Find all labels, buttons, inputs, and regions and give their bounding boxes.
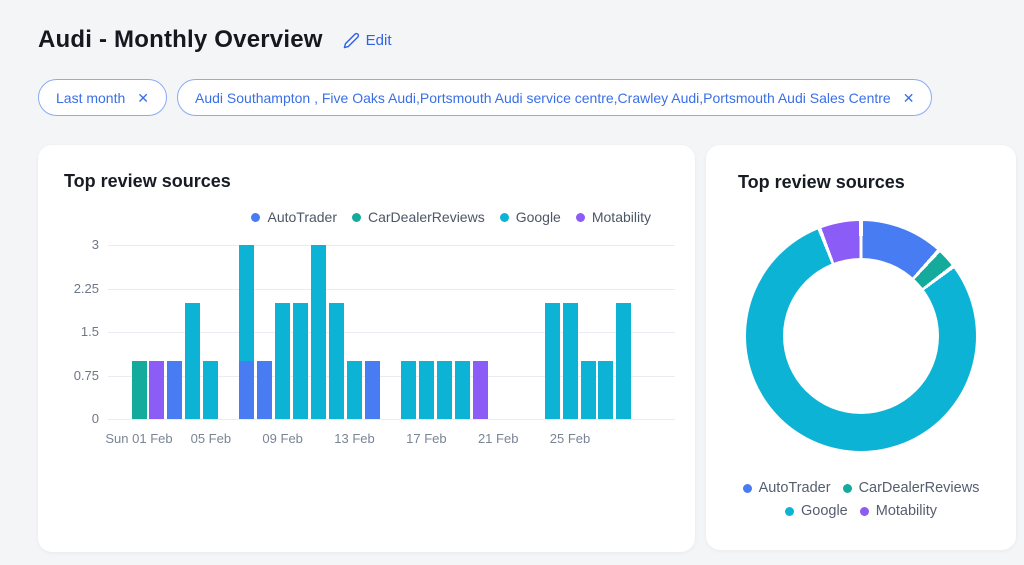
bar-segment-google[interactable] bbox=[311, 245, 327, 419]
donut-wrap bbox=[706, 221, 1016, 451]
x-axis-tick-label: 21 Feb bbox=[477, 431, 519, 446]
legend-label: CarDealerReviews bbox=[858, 480, 980, 496]
x-axis-tick-label: 05 Feb bbox=[190, 431, 232, 446]
bar-segment-google[interactable] bbox=[400, 361, 416, 419]
legend-item-cardealerreviews[interactable]: CarDealerReviews bbox=[842, 477, 980, 500]
gridline bbox=[108, 245, 675, 246]
bar-segment-google[interactable] bbox=[275, 303, 291, 419]
bar-segment-google[interactable] bbox=[418, 361, 434, 419]
bar-chart-card: Top review sources AutoTrader CarDealerRe… bbox=[38, 145, 695, 552]
legend-dot bbox=[784, 507, 794, 516]
y-axis-tick-label: 1.5 bbox=[80, 324, 99, 339]
x-axis-tick-label: 13 Feb bbox=[334, 431, 375, 446]
bar-segment-motability[interactable] bbox=[472, 361, 488, 419]
x-axis-tick-label: Sun 01 Feb bbox=[105, 431, 173, 446]
edit-button-label: Edit bbox=[365, 31, 392, 49]
bar-segment-google[interactable] bbox=[185, 303, 201, 419]
legend-label: Google bbox=[800, 503, 848, 519]
legend-dot bbox=[859, 507, 869, 516]
filter-bar: Last month ✕ Audi Southampton , Five Oak… bbox=[38, 79, 1016, 116]
filter-chip-date-range[interactable]: Last month ✕ bbox=[38, 79, 167, 116]
cards-row: Top review sources AutoTrader CarDealerRe… bbox=[38, 145, 1016, 552]
bar-segment-google[interactable] bbox=[203, 361, 219, 419]
page-header: Audi - Monthly Overview Edit bbox=[38, 26, 1016, 54]
bar-segment-google[interactable] bbox=[329, 303, 345, 419]
legend-dot bbox=[742, 484, 752, 493]
legend-item-motability[interactable]: Motability bbox=[575, 209, 651, 225]
bar-segment-google[interactable] bbox=[436, 361, 452, 419]
close-icon[interactable]: ✕ bbox=[137, 91, 149, 105]
legend-label: Motability bbox=[591, 209, 651, 225]
bar-segment-autotrader[interactable] bbox=[239, 361, 255, 419]
legend-item-google[interactable]: Google bbox=[784, 500, 848, 523]
page-title: Audi - Monthly Overview bbox=[38, 26, 323, 53]
bar-segment-google[interactable] bbox=[347, 361, 363, 419]
y-axis-tick-label: 2.25 bbox=[73, 280, 99, 296]
close-icon[interactable]: ✕ bbox=[903, 91, 915, 105]
filter-chip-dealerships[interactable]: Audi Southampton , Five Oaks Audi,Portsm… bbox=[177, 79, 933, 116]
bar-segment-google[interactable] bbox=[562, 303, 578, 419]
legend-item-autotrader[interactable]: AutoTrader bbox=[742, 477, 831, 500]
legend-dot bbox=[251, 212, 261, 222]
legend-label: AutoTrader bbox=[267, 209, 337, 225]
gridline bbox=[108, 419, 675, 420]
legend-item-motability[interactable]: Motability bbox=[859, 500, 937, 523]
x-axis-tick-label: 25 Feb bbox=[549, 431, 591, 446]
edit-button[interactable]: Edit bbox=[343, 32, 392, 49]
donut-chart-card: Top review sources AutoTrader CarDealerRe… bbox=[706, 145, 1016, 550]
bar-segment-autotrader[interactable] bbox=[167, 361, 183, 419]
bar-segment-autotrader[interactable] bbox=[257, 361, 273, 419]
filter-chip-label: Last month bbox=[56, 89, 126, 106]
bar-chart-legend: AutoTrader CarDealerReviews Google Motabili… bbox=[64, 209, 695, 225]
filter-chip-label: Audi Southampton , Five Oaks Audi,Portsm… bbox=[195, 89, 891, 106]
bar-segment-google[interactable] bbox=[544, 303, 560, 419]
legend-item-autotrader[interactable]: AutoTrader bbox=[251, 209, 337, 225]
legend-label: Motability bbox=[875, 503, 937, 519]
legend-label: CarDealerReviews bbox=[368, 209, 485, 225]
legend-dot bbox=[352, 212, 361, 222]
legend-line: AutoTrader CarDealerReviews bbox=[706, 477, 1016, 500]
donut-chart[interactable] bbox=[746, 221, 976, 451]
bar-segment-google[interactable] bbox=[598, 361, 614, 419]
donut-hole bbox=[783, 258, 939, 414]
dashboard-page: Audi - Monthly Overview Edit Last month … bbox=[0, 0, 1024, 565]
legend-dot bbox=[842, 484, 852, 493]
y-axis-tick-label: 0.75 bbox=[73, 367, 99, 383]
legend-line: Google Motability bbox=[706, 500, 1016, 523]
y-axis-tick-label: 3 bbox=[91, 237, 99, 252]
x-axis-tick-label: 09 Feb bbox=[262, 431, 303, 446]
bar-segment-google[interactable] bbox=[293, 303, 309, 419]
bar-segment-motability[interactable] bbox=[149, 361, 165, 419]
legend-dot bbox=[575, 212, 585, 222]
y-axis-tick-label: 0 bbox=[91, 411, 99, 426]
bar-card-title: Top review sources bbox=[64, 171, 231, 191]
bar-chart-plot: 0 0.75 1.5 2.25 3 Sun 01 Feb 05 Feb 09 Feb 13 Fe… bbox=[64, 237, 684, 460]
legend-item-cardealerreviews[interactable]: CarDealerReviews bbox=[352, 209, 485, 225]
bar-segment-google[interactable] bbox=[239, 245, 255, 361]
pencil-icon bbox=[343, 32, 359, 48]
donut-chart-legend: AutoTrader CarDealerReviews Google Motabili… bbox=[706, 477, 1016, 523]
bar-segment-google[interactable] bbox=[616, 303, 632, 419]
legend-label: Google bbox=[515, 209, 561, 225]
x-axis-tick-label: 17 Feb bbox=[406, 431, 447, 446]
donut-card-title: Top review sources bbox=[738, 172, 905, 192]
legend-dot bbox=[499, 212, 509, 222]
legend-item-google[interactable]: Google bbox=[499, 209, 561, 225]
legend-label: AutoTrader bbox=[758, 480, 831, 496]
bar-segment-autotrader[interactable] bbox=[364, 361, 380, 419]
bar-segment-cardealerreviews[interactable] bbox=[131, 361, 147, 419]
bar-segment-google[interactable] bbox=[454, 361, 470, 419]
gridline bbox=[108, 288, 675, 290]
bar-segment-google[interactable] bbox=[580, 361, 596, 419]
